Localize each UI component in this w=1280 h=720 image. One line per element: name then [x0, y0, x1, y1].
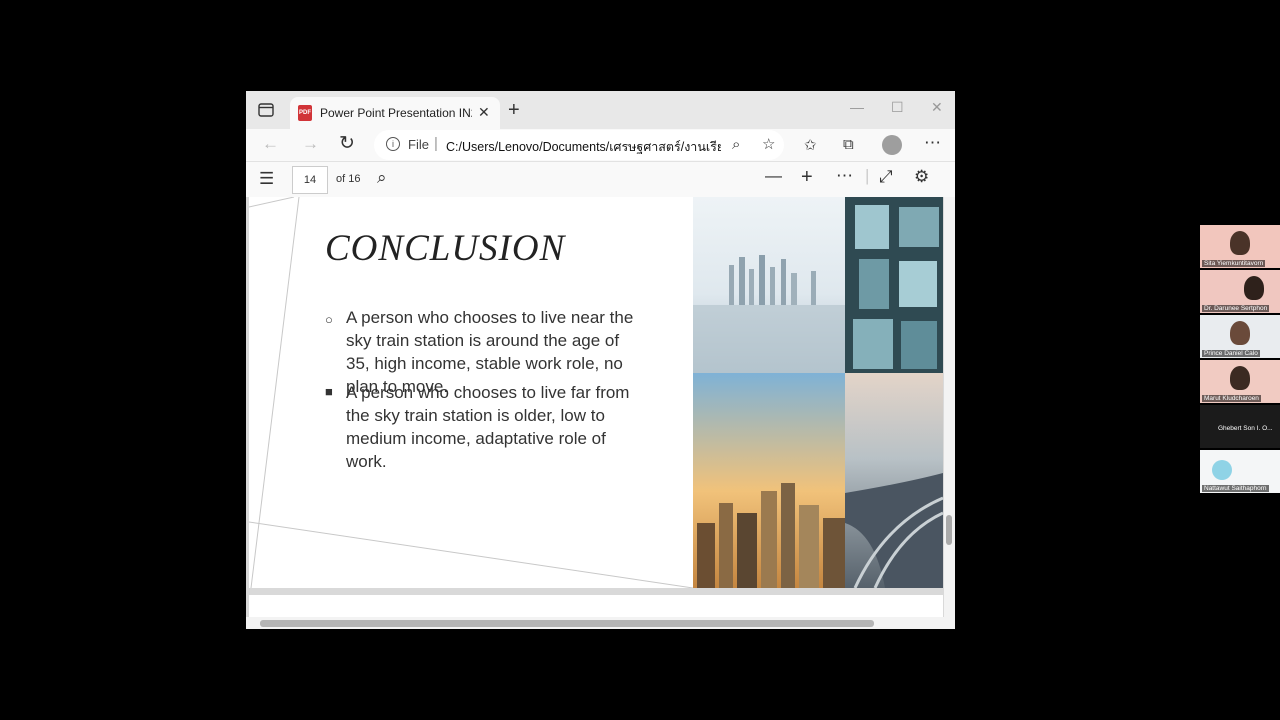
address-url[interactable]: C:/Users/Lenovo/Documents/เศรษฐศาสตร์/งา… — [446, 137, 721, 157]
maximize-icon[interactable]: ☐ — [891, 99, 904, 116]
horizontal-scrollbar[interactable] — [246, 617, 944, 629]
tab-actions-icon[interactable] — [258, 103, 274, 117]
skyline-water-photo — [693, 197, 845, 373]
vertical-scrollbar[interactable] — [944, 197, 955, 629]
glass-building-photo — [845, 197, 943, 373]
vertical-scroll-thumb[interactable] — [946, 515, 952, 545]
participant-video — [1244, 276, 1264, 300]
zoom-icon[interactable]: ⌕ — [732, 136, 740, 153]
participant-tile[interactable]: Nattawut Saithaphorn — [1200, 450, 1280, 493]
address-scheme-label: File — [408, 137, 429, 152]
page-number-input[interactable]: 14 — [292, 166, 328, 194]
participant-name: Prince Daniel Calo — [1202, 350, 1260, 357]
participant-tile[interactable]: Dr. Darunee Sertphon — [1200, 270, 1280, 313]
audio-activity-icon — [1212, 460, 1232, 480]
tab-strip: PDF Power Point Presentation IN22-0 ✕ + … — [246, 91, 955, 129]
participant-name: Dr. Darunee Sertphon — [1202, 305, 1270, 312]
favorites-icon[interactable]: ✩ — [804, 136, 817, 154]
navigation-bar: ← → ↻ i File | C:/Users/Lenovo/Documents… — [246, 129, 955, 161]
new-tab-button[interactable]: + — [508, 100, 520, 120]
address-separator: | — [434, 135, 438, 152]
tab-title: Power Point Presentation IN22-0 — [320, 106, 472, 120]
pdf-next-page — [249, 595, 943, 617]
participant-tile[interactable]: Prince Daniel Calo — [1200, 315, 1280, 358]
participant-video — [1230, 321, 1250, 345]
zoom-in-icon[interactable]: + — [801, 166, 813, 189]
participant-tile[interactable]: Ghebert Son I. O... — [1200, 405, 1280, 448]
add-favorite-icon[interactable]: ☆ — [762, 135, 775, 153]
search-icon[interactable]: ⌕ — [377, 168, 387, 188]
participant-video — [1230, 366, 1250, 390]
participant-tile[interactable]: Sita Yiemkuntitavorn — [1200, 225, 1280, 268]
pdf-viewer[interactable]: CONCLUSION ○ A person who chooses to liv… — [246, 197, 955, 629]
pdf-file-icon: PDF — [298, 105, 312, 121]
forward-icon[interactable]: → — [302, 134, 319, 154]
slide-title: CONCLUSION — [325, 228, 566, 269]
zoom-out-icon[interactable]: — — [765, 166, 782, 186]
site-info-icon[interactable]: i — [386, 137, 400, 151]
pdf-page: CONCLUSION ○ A person who chooses to liv… — [249, 197, 943, 588]
participant-video — [1230, 231, 1250, 255]
photo-collage — [693, 197, 943, 588]
participant-panel: Sita Yiemkuntitavorn Dr. Darunee Sertpho… — [1200, 225, 1280, 495]
minimize-icon[interactable]: — — [850, 99, 864, 115]
participant-name: Marut Kludcharoen — [1202, 395, 1261, 402]
pdf-toolbar: ☰ 14 of 16 ⌕ — + ⋯ | ⤢ ⚙ — [246, 161, 955, 198]
settings-gear-icon[interactable]: ⚙ — [914, 167, 929, 187]
horizontal-scroll-thumb[interactable] — [260, 620, 874, 627]
more-menu-icon[interactable]: ⋯ — [924, 133, 941, 153]
back-icon[interactable]: ← — [262, 134, 279, 154]
city-sunset-photo — [693, 373, 845, 588]
browser-window: PDF Power Point Presentation IN22-0 ✕ + … — [246, 91, 955, 629]
profile-avatar[interactable] — [882, 135, 902, 155]
sky-train-rail-photo — [845, 373, 943, 588]
contents-icon[interactable]: ☰ — [259, 169, 274, 189]
participant-name: Nattawut Saithaphorn — [1202, 485, 1269, 492]
bullet-square: ■ — [325, 384, 333, 399]
collections-icon[interactable]: ⧉ — [843, 136, 854, 153]
participant-name: Sita Yiemkuntitavorn — [1202, 260, 1266, 267]
close-tab-icon[interactable]: ✕ — [478, 104, 490, 121]
participant-tile[interactable]: Marut Kludcharoen — [1200, 360, 1280, 403]
refresh-icon[interactable]: ↻ — [339, 132, 355, 155]
tab-active[interactable]: PDF Power Point Presentation IN22-0 ✕ — [290, 97, 500, 129]
more-tools-icon[interactable]: ⋯ — [836, 166, 853, 186]
page-total: of 16 — [336, 173, 361, 185]
address-bar[interactable]: i File | C:/Users/Lenovo/Documents/เศรษฐ… — [374, 130, 784, 160]
participant-name: Ghebert Son I. O... — [1218, 425, 1273, 432]
fit-page-icon[interactable]: ⤢ — [879, 167, 893, 187]
close-window-icon[interactable]: ✕ — [931, 99, 943, 116]
toolbar-divider: | — [865, 166, 870, 185]
slide-bullet-2: A person who chooses to live far from th… — [346, 383, 630, 471]
bullet-circle: ○ — [325, 312, 333, 327]
